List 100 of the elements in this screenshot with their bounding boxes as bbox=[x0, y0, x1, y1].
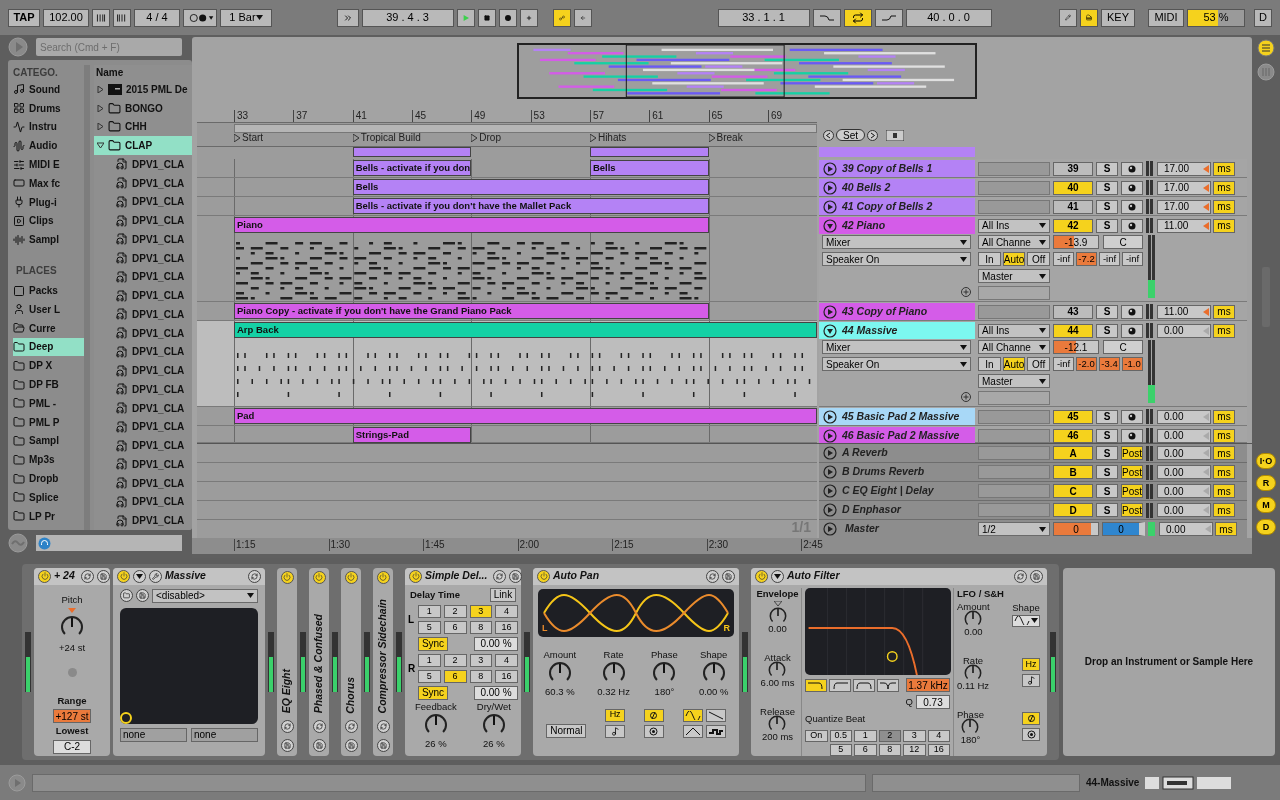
beat-button[interactable]: 2 bbox=[443, 653, 467, 667]
lowest-field[interactable]: C-2 bbox=[53, 739, 91, 754]
quantize-button[interactable]: 3 bbox=[903, 729, 926, 742]
frequency-field[interactable]: 1.37 kHz bbox=[906, 678, 950, 692]
monitor-button[interactable]: Off bbox=[1027, 252, 1050, 266]
beat-button[interactable]: 5 bbox=[418, 669, 441, 683]
track-name[interactable]: 42 Piano bbox=[819, 217, 975, 234]
beat-button[interactable]: 6 bbox=[443, 669, 467, 683]
place-item[interactable]: Splice bbox=[13, 487, 84, 507]
delay-field[interactable]: 0.00 bbox=[1157, 428, 1211, 443]
delay-field[interactable]: 0.00 bbox=[1157, 409, 1211, 424]
track-activator-button[interactable]: 39 bbox=[1053, 161, 1093, 176]
place-item[interactable]: Mp3s bbox=[13, 450, 84, 470]
quantization-dropdown[interactable]: 1 Bar bbox=[220, 8, 272, 27]
delay-field[interactable]: 0.00 bbox=[1157, 323, 1211, 338]
track-name[interactable]: 41 Copy of Bells 2 bbox=[819, 198, 975, 215]
file-item[interactable]: DPV1_CLA bbox=[94, 342, 192, 362]
file-item[interactable]: DPV1_CLA bbox=[94, 323, 192, 343]
output-dropdown[interactable]: Master bbox=[978, 269, 1050, 283]
sync-button[interactable]: Sync bbox=[418, 636, 448, 651]
place-item[interactable]: DP X bbox=[13, 356, 84, 376]
category-item[interactable]: MIDI E bbox=[13, 155, 84, 174]
pan-field[interactable]: C bbox=[1103, 235, 1143, 249]
return-track-name[interactable]: A Reverb bbox=[819, 445, 975, 461]
quantize-button[interactable]: 12 bbox=[903, 743, 926, 756]
sync-button[interactable]: Sync bbox=[418, 685, 448, 700]
send-mode-button[interactable]: Post bbox=[1121, 465, 1143, 479]
view-toggle-button[interactable]: M bbox=[1256, 497, 1276, 513]
pan-field[interactable]: C bbox=[1103, 340, 1143, 354]
unit-button[interactable]: ms bbox=[1213, 180, 1235, 195]
monitor-button[interactable]: Off bbox=[1027, 357, 1050, 371]
view-toggle-button[interactable]: D bbox=[1256, 519, 1276, 535]
beat-button[interactable]: 2 bbox=[443, 604, 467, 618]
drop-area[interactable]: Drop an Instrument or Sample Here bbox=[1063, 567, 1275, 756]
device-title[interactable]: Phased & Confused bbox=[311, 614, 327, 714]
quantize-button[interactable]: 0.5 bbox=[829, 729, 852, 742]
file-item[interactable]: DPV1_CLA bbox=[94, 436, 192, 455]
unit-button[interactable]: ms bbox=[1215, 522, 1237, 536]
track-name[interactable]: 45 Basic Pad 2 Massive bbox=[819, 408, 975, 425]
tap-button[interactable]: TAP bbox=[8, 8, 40, 27]
link-button[interactable]: Link bbox=[490, 587, 516, 602]
delay-field[interactable]: 17.00 bbox=[1157, 199, 1211, 214]
clip[interactable]: Arp Back bbox=[234, 322, 817, 338]
track-activator-button[interactable]: A bbox=[1053, 446, 1093, 460]
offset-field[interactable]: 0.00 % bbox=[474, 685, 518, 700]
track-name[interactable]: 40 Bells 2 bbox=[819, 179, 975, 196]
track-name[interactable]: 39 Copy of Bells 1 bbox=[819, 160, 975, 177]
delay-field[interactable]: 17.00 bbox=[1157, 180, 1211, 195]
file-item[interactable]: DPV1_CLA bbox=[94, 511, 192, 530]
clip[interactable]: Piano bbox=[234, 217, 709, 233]
locator[interactable]: Tropical Build bbox=[352, 130, 421, 145]
device-title[interactable]: EQ Eight bbox=[279, 669, 295, 714]
unit-button[interactable]: ms bbox=[1213, 428, 1235, 443]
file-item[interactable]: DPV1_CLA bbox=[94, 398, 192, 418]
solo-button[interactable]: S bbox=[1096, 428, 1118, 443]
clip[interactable]: Bells bbox=[589, 160, 709, 176]
solo-button[interactable]: S bbox=[1096, 323, 1118, 338]
place-item[interactable]: User L bbox=[13, 299, 84, 319]
place-item[interactable]: DP FB bbox=[13, 375, 84, 394]
file-item[interactable]: DPV1_CLA bbox=[94, 173, 192, 193]
solo-button[interactable]: S bbox=[1096, 199, 1118, 214]
file-item[interactable]: DPV1_CLA bbox=[94, 286, 192, 305]
file-item[interactable]: DPV1_CLA bbox=[94, 305, 192, 324]
beat-button[interactable]: 4 bbox=[495, 604, 518, 618]
category-item[interactable]: Clips bbox=[13, 211, 84, 231]
clip[interactable]: Piano Copy - activate if you don't have the Grand Piano Pack bbox=[234, 303, 709, 319]
device-title[interactable]: Chorus bbox=[343, 676, 359, 714]
return-track-name[interactable]: C EQ Eight | Delay bbox=[819, 483, 975, 499]
place-item[interactable]: PML P bbox=[13, 412, 84, 432]
clip[interactable]: Bells - activate if you don bbox=[352, 160, 472, 176]
clip[interactable]: Strings-Pad bbox=[352, 427, 472, 443]
device-title[interactable]: Compressor Sidechain bbox=[375, 599, 391, 714]
quantize-button[interactable]: 4 bbox=[927, 729, 950, 742]
loop-start-field[interactable]: 33 . 1 . 1 bbox=[717, 8, 810, 27]
quantize-button[interactable]: 2 bbox=[878, 729, 901, 742]
volume-field[interactable]: -12.1 bbox=[1053, 340, 1099, 354]
speaker-dropdown[interactable]: Speaker On bbox=[822, 357, 971, 371]
search-field[interactable]: Search (Cmd + F) bbox=[36, 38, 182, 56]
beat-button[interactable]: 3 bbox=[469, 604, 493, 618]
file-item[interactable]: DPV1_CLA bbox=[94, 361, 192, 380]
quantize-button[interactable]: 5 bbox=[829, 743, 852, 756]
locator[interactable]: Drop bbox=[471, 130, 501, 145]
return-track-name[interactable]: D Enphasor bbox=[819, 502, 975, 518]
file-item[interactable]: DPV1_CLA bbox=[94, 380, 192, 399]
beat-button[interactable]: 5 bbox=[418, 620, 441, 634]
delay-field[interactable]: 0.00 bbox=[1157, 446, 1211, 460]
quantize-button[interactable]: 16 bbox=[927, 743, 950, 756]
quantize-button[interactable]: On bbox=[805, 729, 828, 742]
unit-button[interactable]: ms bbox=[1213, 304, 1235, 319]
beat-button[interactable]: 8 bbox=[469, 620, 493, 634]
locator[interactable]: Start bbox=[234, 130, 264, 145]
folder-item[interactable]: CLAP bbox=[94, 136, 192, 155]
set-button[interactable]: Set bbox=[836, 129, 865, 141]
track-activator-button[interactable]: 43 bbox=[1053, 304, 1093, 319]
unit-button[interactable]: ms bbox=[1213, 218, 1235, 233]
solo-button[interactable]: S bbox=[1096, 446, 1118, 460]
category-item[interactable]: Drums bbox=[13, 98, 84, 118]
track-activator-button[interactable]: 41 bbox=[1053, 199, 1093, 214]
preset-dropdown[interactable]: <disabled> bbox=[152, 588, 258, 603]
clip[interactable]: Bells bbox=[352, 179, 709, 195]
